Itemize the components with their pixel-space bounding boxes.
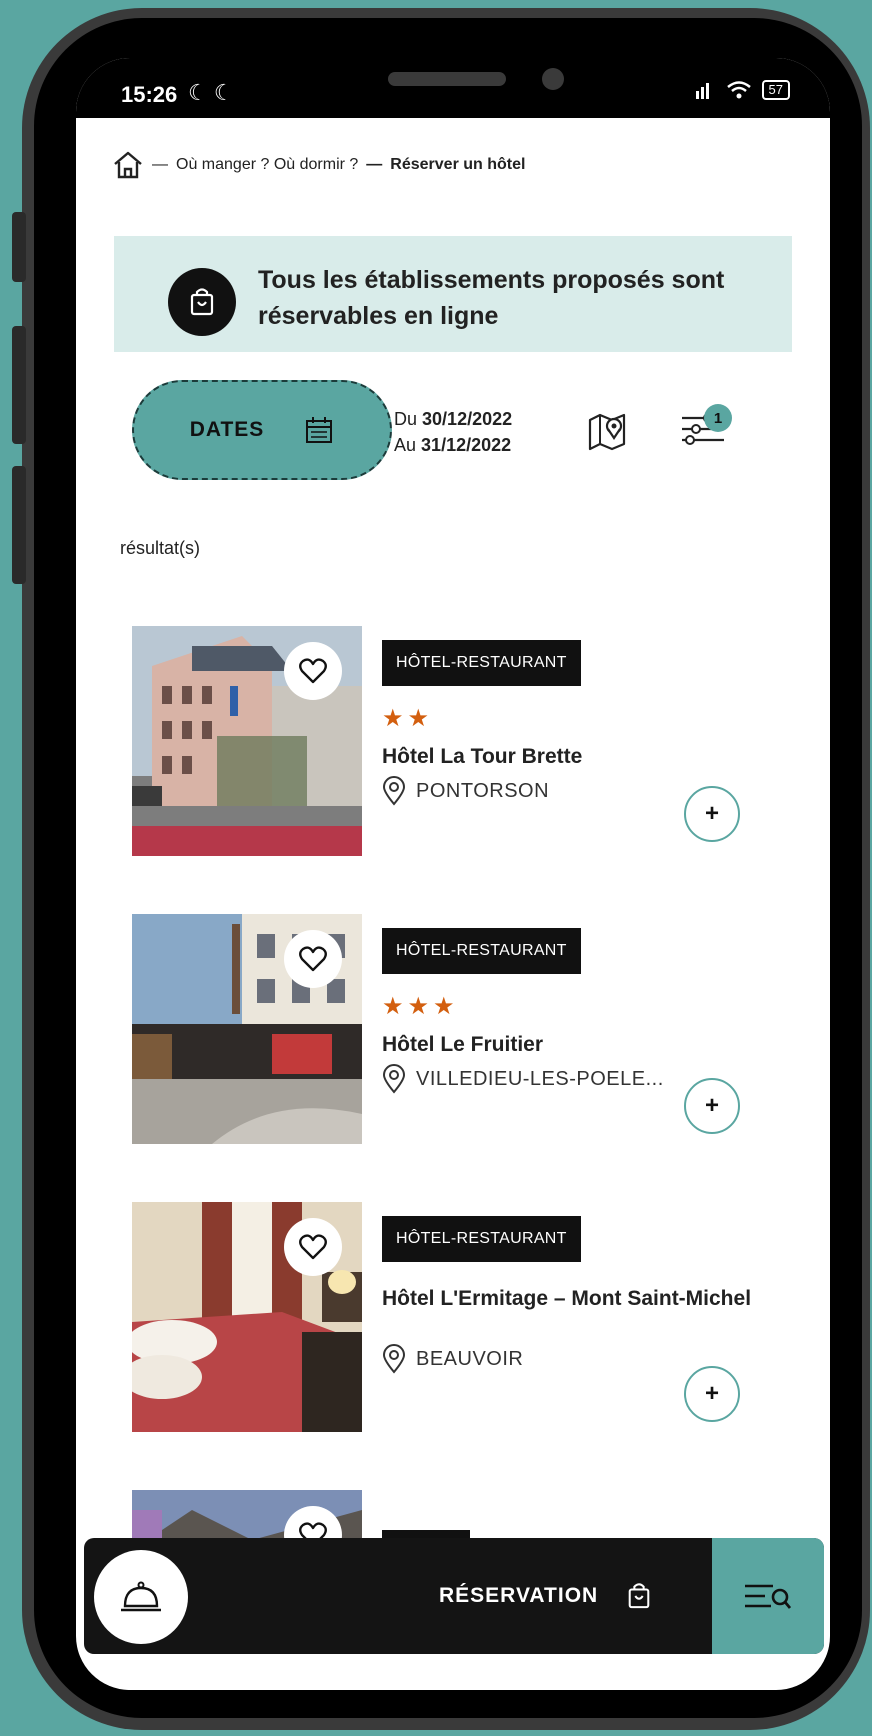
favorite-button[interactable] (284, 642, 342, 700)
banner-text: Tous les établissements proposés sont ré… (258, 266, 725, 330)
star-rating: ★★ (382, 705, 434, 732)
hotel-type-badge: HÔTEL-RESTAURANT (382, 640, 581, 686)
hotel-name[interactable]: Hôtel Le Fruitier (382, 1032, 762, 1057)
camera-notch (238, 58, 662, 118)
reservation-label: RÉSERVATION (439, 1584, 599, 1607)
location-pin-icon (382, 1064, 406, 1094)
expand-button[interactable]: + (684, 786, 740, 842)
phone-volume-down (12, 466, 26, 584)
do-not-disturb-icon: ☾ ☾ (188, 80, 234, 105)
star-rating: ★★★ (382, 993, 459, 1020)
status-time: 15:26 (121, 82, 178, 107)
hotel-location-text: VILLEDIEU-LES-POELE... (416, 1067, 664, 1090)
hotel-location: VILLEDIEU-LES-POELE... (382, 1064, 664, 1094)
speaker-grille (388, 72, 506, 86)
date-range: Du 30/12/2022 Au 31/12/2022 (394, 406, 512, 458)
results-count: résultat(s) (120, 538, 201, 558)
hotel-photo (132, 626, 362, 856)
favorite-button[interactable] (284, 1218, 342, 1276)
reservation-button[interactable]: RÉSERVATION (439, 1582, 652, 1610)
menu-search-icon (745, 1584, 792, 1609)
dates-button-label: DATES (189, 418, 265, 441)
home-icon[interactable] (112, 150, 144, 180)
hotel-card[interactable]: HÔTEL-RESTAURANT ★★★ Hôtel Le Fruitier V… (132, 914, 762, 1144)
phone-volume-up (12, 326, 26, 444)
plus-icon: + (704, 1380, 719, 1407)
hotel-name[interactable]: Hôtel La Tour Brette (382, 744, 762, 769)
phone-side-button (12, 212, 26, 282)
plus-icon: + (704, 1092, 719, 1119)
filter-count-badge: 1 (704, 404, 732, 432)
date-to: Au 31/12/2022 (394, 435, 512, 455)
date-from: Du 30/12/2022 (394, 409, 513, 429)
breadcrumb-separator: — (152, 156, 168, 173)
hotel-photo (132, 914, 362, 1144)
hotel-card[interactable]: HÔTEL-RESTAURANT Hôtel L'Ermitage – Mont… (132, 1202, 762, 1432)
expand-button[interactable]: + (684, 1078, 740, 1134)
favorite-button[interactable] (284, 930, 342, 988)
dates-button[interactable]: DATES (132, 380, 392, 480)
search-menu-button[interactable] (712, 1538, 824, 1654)
heart-icon (299, 658, 327, 684)
status-bar: 15:26 ☾ ☾ 57 (76, 58, 830, 118)
location-pin-icon (382, 776, 406, 806)
hotel-type-badge: HÔTEL-RESTAURANT (382, 1216, 581, 1262)
heart-icon (299, 946, 327, 972)
hotel-name[interactable]: Hôtel L'Ermitage – Mont Saint-Michel (382, 1286, 762, 1311)
info-banner: Tous les établissements proposés sont ré… (114, 236, 792, 352)
battery-indicator: 57 (761, 80, 790, 100)
status-icons: 57 (694, 80, 790, 100)
map-pin-icon[interactable] (586, 410, 630, 454)
expand-button[interactable]: + (684, 1366, 740, 1422)
service-bell-icon (121, 1581, 161, 1612)
plus-icon: + (704, 800, 719, 827)
screen: 15:26 ☾ ☾ 57 — Où manger ? Où dormir ? —… (76, 58, 830, 1690)
calendar-icon (306, 417, 333, 443)
breadcrumb-separator: — (366, 156, 383, 173)
hotel-location-text: BEAUVOIR (416, 1347, 524, 1370)
breadcrumb-link-parent[interactable]: Où manger ? Où dormir ? (176, 156, 358, 174)
signal-icon (695, 83, 709, 99)
breadcrumb: — Où manger ? Où dormir ? — Réserver un … (112, 150, 525, 180)
heart-icon (299, 1234, 327, 1260)
home-indicator[interactable] (284, 1672, 536, 1677)
hotel-photo (132, 1202, 362, 1432)
hotel-type-badge: HÔTEL-RESTAURANT (382, 928, 581, 974)
breadcrumb-current: Réserver un hôtel (390, 156, 526, 173)
bottom-nav-bar: RÉSERVATION (84, 1538, 824, 1654)
hotel-location: BEAUVOIR (382, 1344, 523, 1374)
hotel-location: PONTORSON (382, 776, 549, 806)
hotel-location-text: PONTORSON (416, 779, 550, 802)
shopping-bag-icon (628, 1583, 650, 1609)
concierge-button[interactable] (94, 1550, 188, 1644)
wifi-icon (726, 81, 751, 99)
front-camera (542, 68, 564, 90)
location-pin-icon (382, 1344, 406, 1374)
shopping-bag-icon (168, 268, 236, 336)
hotel-card[interactable]: HÔTEL-RESTAURANT ★★ Hôtel La Tour Brette… (132, 626, 762, 856)
